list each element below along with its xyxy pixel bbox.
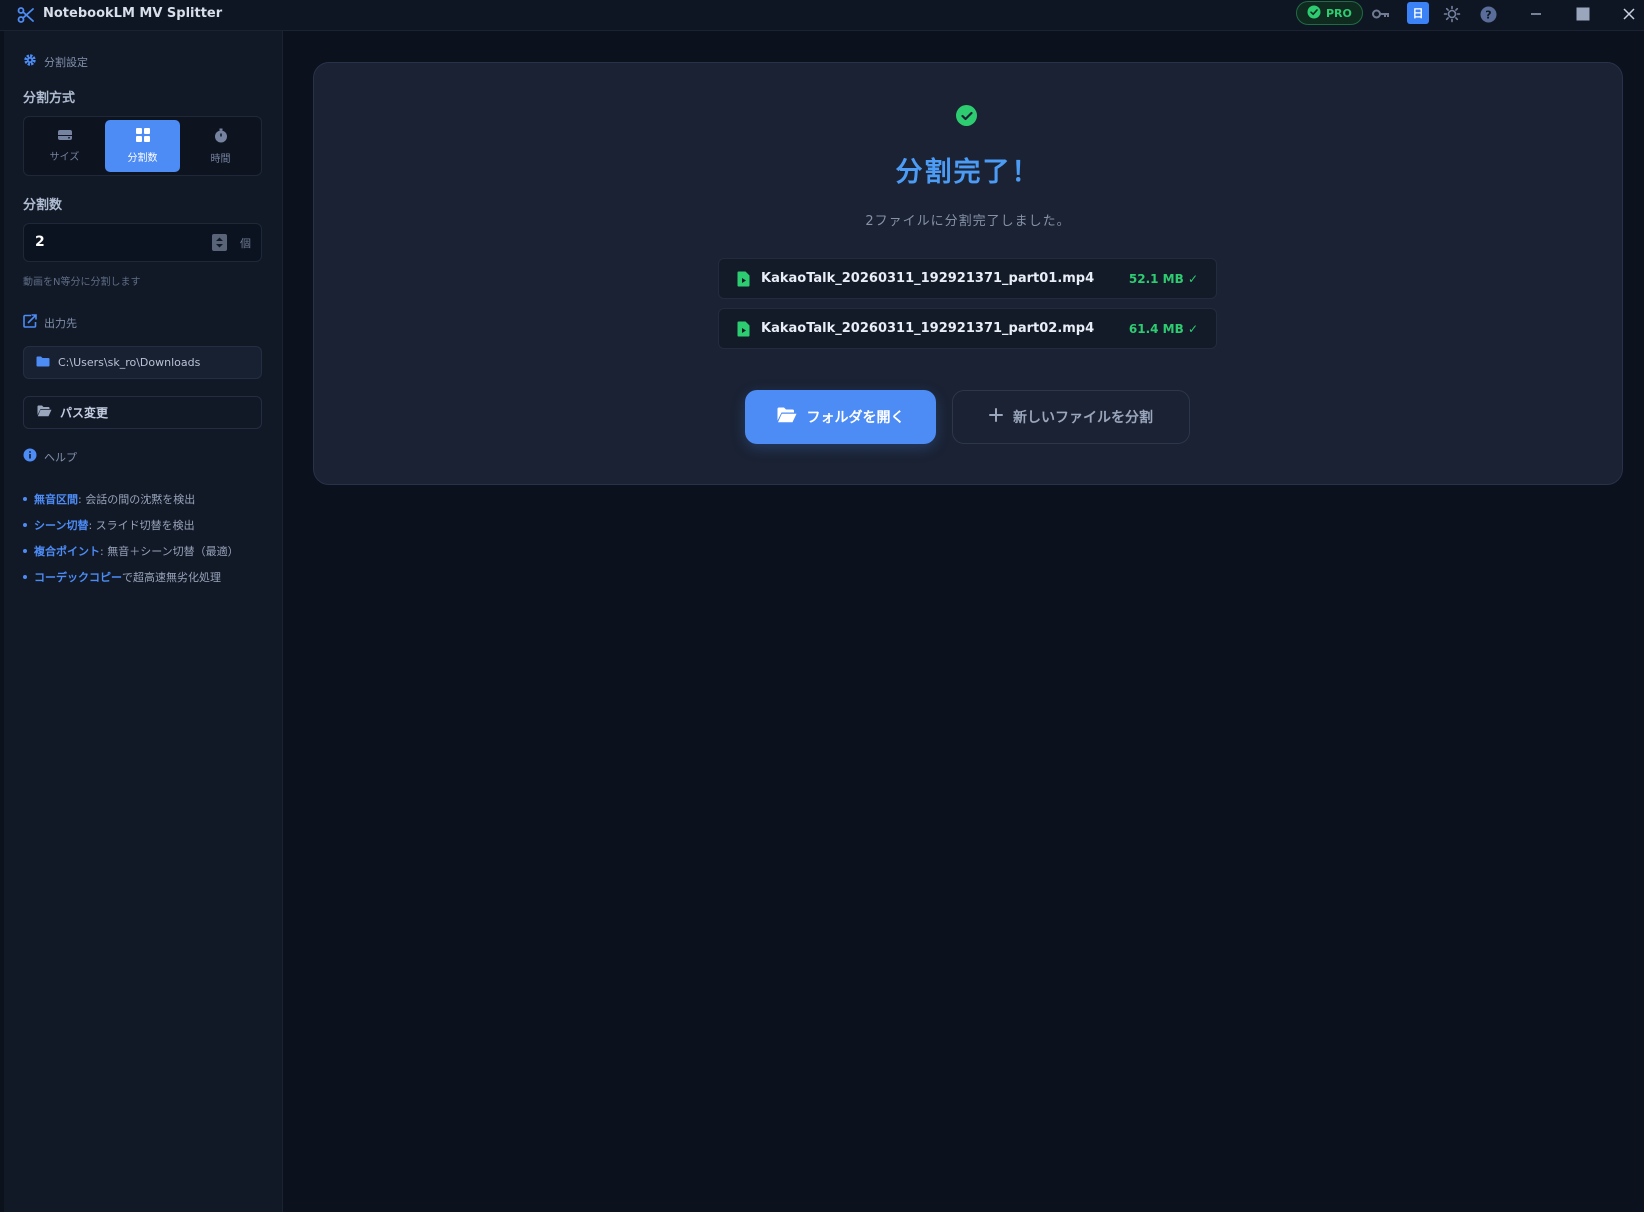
folder-open-icon xyxy=(37,405,52,420)
mode-time-label: 時間 xyxy=(210,153,231,165)
folder-open-icon xyxy=(777,407,797,427)
maximize-icon[interactable] xyxy=(1573,4,1593,24)
sun-icon[interactable] xyxy=(1442,4,1462,24)
settings-header-label: 分割設定 xyxy=(44,55,88,69)
info-icon xyxy=(23,448,37,465)
pro-badge[interactable]: PRO xyxy=(1296,1,1363,25)
change-path-button[interactable]: パス変更 xyxy=(23,396,262,429)
scissors-icon xyxy=(17,6,35,24)
result-subtitle: 2ファイルに分割完了しました。 xyxy=(865,214,1071,229)
output-path-value: C:\Users\sk_ro\Downloads xyxy=(58,356,201,369)
key-icon[interactable] xyxy=(1371,4,1391,24)
help-text: : スライド切替を検出 xyxy=(88,519,195,532)
file-icon xyxy=(737,271,750,291)
help-key: シーン切替 xyxy=(34,519,89,532)
split-count-value: 2 xyxy=(35,234,45,250)
gear-icon xyxy=(23,53,37,70)
file-row[interactable]: KakaoTalk_20260311_192921371_part01.mp4 … xyxy=(718,258,1217,299)
mode-size-button[interactable]: サイズ xyxy=(27,120,102,172)
open-folder-label: フォルダを開く xyxy=(806,410,905,426)
file-name: KakaoTalk_20260311_192921371_part02.mp4 xyxy=(761,321,1095,336)
language-button[interactable]: 日 xyxy=(1407,2,1429,24)
list-item: コーデックコピー で超高速無劣化処理 xyxy=(23,564,278,590)
new-split-button[interactable]: 新しいファイルを分割 xyxy=(952,390,1190,444)
mode-count-label: 分割数 xyxy=(127,153,158,164)
file-icon xyxy=(737,321,750,341)
output-icon xyxy=(23,314,37,331)
mode-time-button[interactable]: 時間 xyxy=(183,120,258,172)
count-label: 分割数 xyxy=(23,198,63,213)
help-key: 無音区間 xyxy=(34,493,78,506)
svg-text:?: ? xyxy=(1485,8,1491,21)
list-item: シーン切替: スライド切替を検出 xyxy=(23,512,278,538)
help-key: コーデックコピー xyxy=(34,571,122,584)
help-circle-icon[interactable]: ? xyxy=(1478,4,1498,24)
mode-selector: サイズ 分割数 時間 xyxy=(23,116,262,176)
stepper-icon[interactable] xyxy=(212,234,227,251)
page-title: 分割完了！ xyxy=(895,157,1041,188)
help-list: 無音区間: 会話の間の沈黙を検出 シーン切替: スライド切替を検出 複合ポイント… xyxy=(23,486,278,590)
list-item: 複合ポイント: 無音＋シーン切替（最適） xyxy=(23,538,278,564)
help-header: ヘルプ xyxy=(23,448,77,465)
minimize-icon[interactable] xyxy=(1526,4,1546,24)
file-size: 61.4 MB ✓ xyxy=(1128,322,1198,336)
grid-icon xyxy=(135,128,150,145)
verified-icon xyxy=(1307,5,1321,22)
list-item: 無音区間: 会話の間の沈黙を検出 xyxy=(23,486,278,512)
mode-count-button[interactable]: 分割数 xyxy=(105,120,180,172)
count-hint: 動画をN等分に分割します xyxy=(23,277,141,288)
check-circle-icon xyxy=(956,105,977,126)
file-size: 52.1 MB ✓ xyxy=(1128,272,1198,286)
file-name: KakaoTalk_20260311_192921371_part01.mp4 xyxy=(761,271,1095,286)
mode-size-label: サイズ xyxy=(49,152,80,163)
pro-label: PRO xyxy=(1326,6,1352,20)
open-folder-button[interactable]: フォルダを開く xyxy=(745,390,936,444)
change-path-label: パス変更 xyxy=(60,406,109,420)
help-text: : 無音＋シーン切替（最適） xyxy=(100,545,239,558)
hdd-icon xyxy=(57,129,73,144)
help-text: で超高速無劣化処理 xyxy=(122,571,221,584)
count-unit: 個 xyxy=(240,237,251,250)
app-title: NotebookLM MV Splitter xyxy=(43,6,223,21)
output-path-field[interactable]: C:\Users\sk_ro\Downloads xyxy=(23,346,262,379)
title-bar: NotebookLM MV Splitter PRO 日 ? xyxy=(0,0,1644,31)
folder-icon xyxy=(36,356,50,370)
help-key: 複合ポイント xyxy=(34,545,100,558)
split-count-input[interactable]: 2 個 xyxy=(23,223,262,262)
close-icon[interactable] xyxy=(1619,4,1639,24)
mode-label: 分割方式 xyxy=(23,91,76,106)
sidebar-edge xyxy=(0,31,4,1212)
stopwatch-icon xyxy=(214,128,228,146)
settings-header: 分割設定 xyxy=(23,53,88,70)
new-split-label: 新しいファイルを分割 xyxy=(1013,410,1153,426)
output-header-label: 出力先 xyxy=(44,316,77,330)
help-text: : 会話の間の沈黙を検出 xyxy=(78,493,196,506)
plus-icon xyxy=(989,408,1003,426)
file-row[interactable]: KakaoTalk_20260311_192921371_part02.mp4 … xyxy=(718,308,1217,349)
output-header: 出力先 xyxy=(23,314,77,331)
help-header-label: ヘルプ xyxy=(44,450,77,464)
